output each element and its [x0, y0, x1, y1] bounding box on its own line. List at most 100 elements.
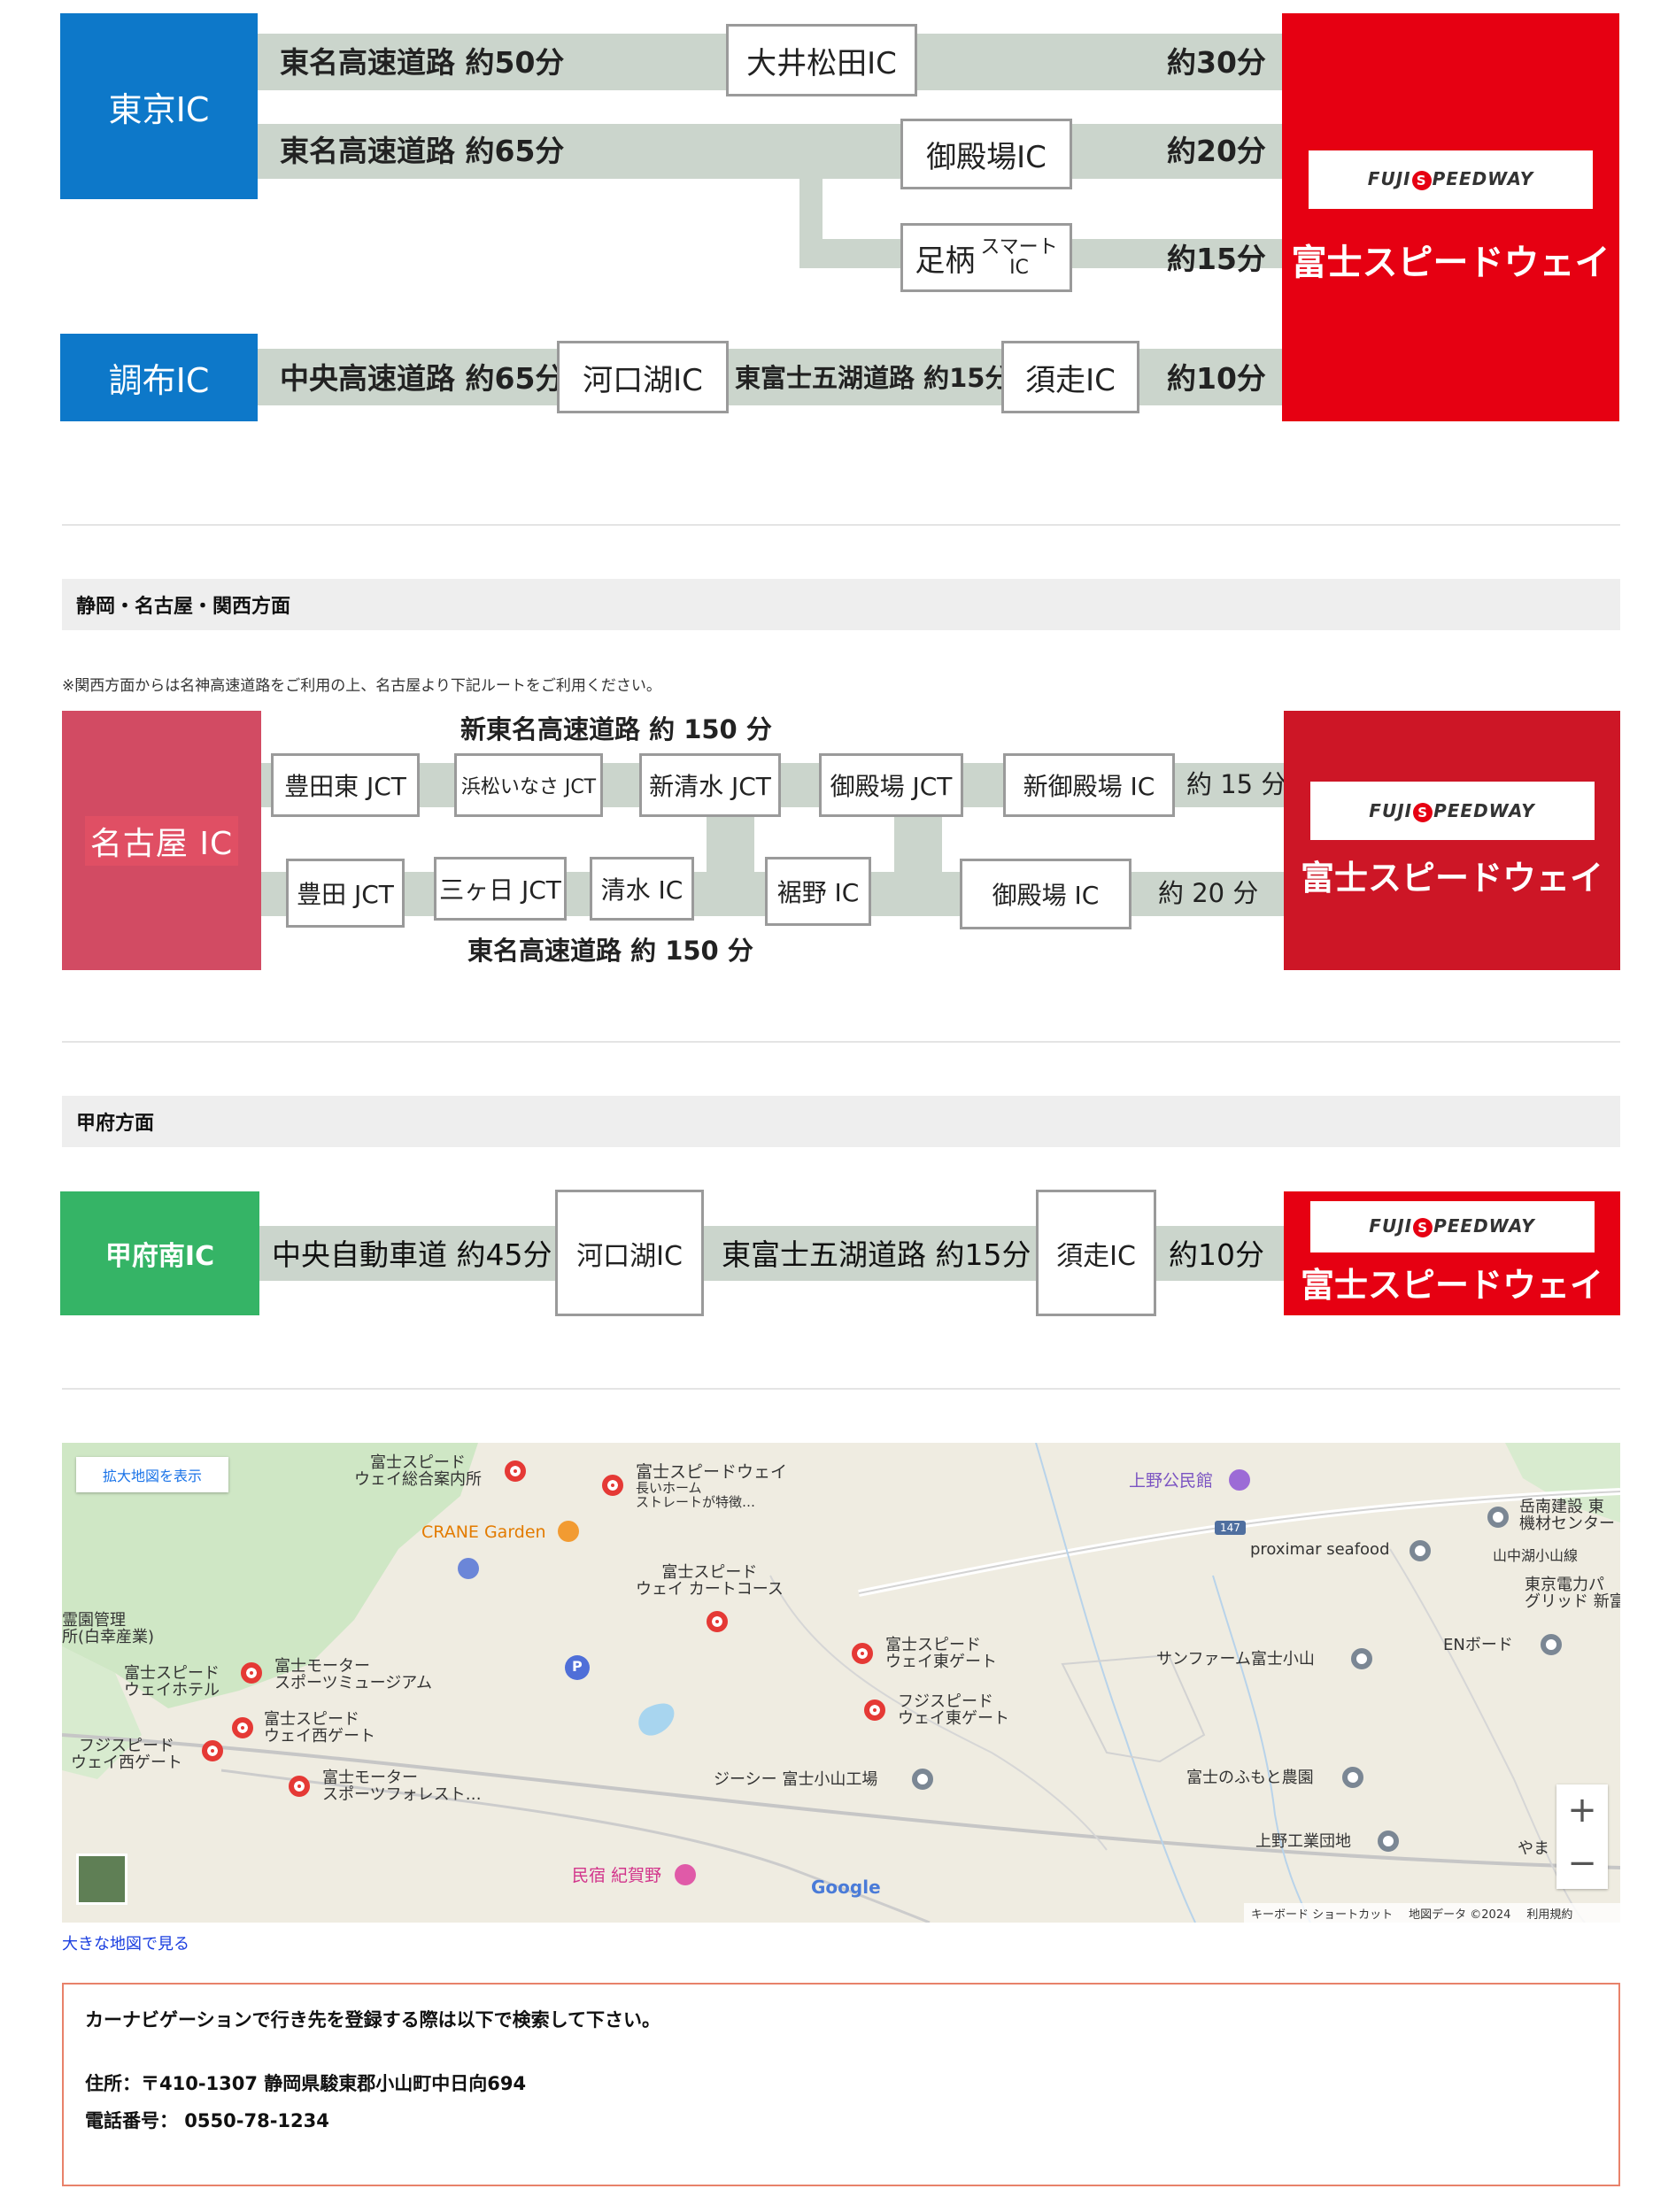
- label-chuo-65: 中央高速道路 約65分: [280, 361, 565, 396]
- smart-text: スマート: [980, 235, 1058, 258]
- box-gotemba-ic: 御殿場IC: [900, 119, 1072, 189]
- label-museum: 富士モーター スポーツミュージアム: [274, 1657, 433, 1692]
- box-oimatsuda-ic: 大井松田IC: [726, 24, 917, 96]
- label-higashifuji-15-kofu: 東富士五湖道路 約15分: [722, 1237, 1031, 1272]
- label-gakunan: 岳南建設 東機材センター: [1519, 1498, 1615, 1533]
- label-chuo-45: 中央自動車道 約45分: [272, 1237, 552, 1272]
- box-shinshimizu-jct: 新清水 JCT: [639, 753, 781, 817]
- label-sunfarm: サンファーム富士小山: [1156, 1650, 1315, 1669]
- label-min-10-kofu: 約10分: [1169, 1237, 1264, 1272]
- label-en-board: ENボード: [1443, 1636, 1513, 1654]
- box-ashigara-smart-ic: 足柄 スマート IC: [900, 223, 1072, 292]
- note-kansai: ※関西方面からは名神高速道路をご利用の上、名古屋より下記ルートをご利用ください。: [62, 677, 661, 695]
- label-minshuku: 民宿 紀賀野: [572, 1866, 662, 1885]
- label-tomei-65: 東名高速道路 約65分: [280, 134, 565, 168]
- nagoya-ic: 名古屋 IC: [62, 711, 261, 970]
- map-data-text: 地図データ ©2024: [1409, 1908, 1511, 1922]
- box-toyota-jct: 豊田 JCT: [286, 859, 405, 928]
- label-eastgate: 富士スピード ウェイ東ゲート: [885, 1636, 997, 1671]
- pin-westgate2[interactable]: [202, 1740, 223, 1761]
- fsw-name: 富士スピードウェイ: [1300, 859, 1603, 898]
- label-tepco: 東京電力パグリッド 新富士変: [1525, 1576, 1620, 1611]
- navi-intro: カーナビゲーションで行き先を登録する際は以下で検索して下さい。: [85, 2009, 660, 2031]
- box-hamamatsu-inasa-jct: 浜松いなさ JCT: [454, 753, 603, 817]
- label-min-30: 約30分: [1167, 45, 1266, 80]
- pin-gakunan[interactable]: [1487, 1507, 1509, 1528]
- fsw-destination-tokyo: FUJI S PEEDWAY 富士スピードウェイ: [1282, 13, 1619, 421]
- label-tomei-150: 東名高速道路 約 150 分: [467, 936, 753, 966]
- route-147-badge: 147: [1215, 1521, 1246, 1535]
- divider-1: [62, 524, 1620, 526]
- fsw-name: 富士スピードウェイ: [1291, 242, 1610, 283]
- label-higashifuji-15: 東富士五湖道路 約15分: [735, 363, 1011, 393]
- pin-westgate[interactable]: [232, 1717, 253, 1738]
- pin-sunfarm[interactable]: [1351, 1648, 1372, 1669]
- smart-ic-text: スマート IC: [980, 237, 1057, 278]
- label-fsw: 富士スピードウェイ 長いホーム ストレートが特徴…: [636, 1462, 788, 1510]
- ic-text: IC: [1009, 257, 1029, 279]
- pin-ueno-industrial[interactable]: [1378, 1830, 1399, 1852]
- navi-info-box: カーナビゲーションで行き先を登録する際は以下で検索して下さい。 住所：〒410-…: [62, 1983, 1620, 2186]
- label-forest: 富士モーター スポーツフォレスト…: [322, 1769, 482, 1804]
- box-gotemba-ic-nagoya: 御殿場 IC: [960, 859, 1131, 929]
- label-min-15: 約15分: [1167, 242, 1266, 276]
- pin-fsw[interactable]: [602, 1475, 623, 1496]
- zoom-out-button[interactable]: −: [1556, 1838, 1608, 1889]
- pin-forest[interactable]: [289, 1776, 310, 1797]
- fsw-destination-kofu: FUJI S PEEDWAY 富士スピードウェイ: [1284, 1191, 1620, 1315]
- pin-crane-garden[interactable]: [558, 1521, 579, 1542]
- label-yama: やま: [1518, 1839, 1549, 1858]
- section-title-kofu: 甲府方面: [62, 1096, 1620, 1147]
- box-mikkabi-jct: 三ヶ日 JCT: [434, 857, 567, 921]
- large-map-link[interactable]: 大きな地図で見る: [62, 1931, 189, 1954]
- tokyo-ic: 東京IC: [60, 13, 258, 199]
- zoom-in-button[interactable]: +: [1556, 1784, 1608, 1836]
- logo-wordmark: FUJI S PEEDWAY: [1369, 1215, 1535, 1237]
- pin-eastgate[interactable]: [852, 1643, 873, 1664]
- label-reien: 霊園管理 所(白幸産業): [62, 1611, 155, 1646]
- label-ueno: 上野公民館: [1129, 1471, 1214, 1491]
- map-footer: キーボード ショートカット 地図データ ©2024 利用規約: [1244, 1903, 1620, 1923]
- label-min-10: 約10分: [1167, 361, 1266, 396]
- pin-en-board[interactable]: [1541, 1634, 1562, 1655]
- label-yamanakako-road: 山中湖小山線: [1493, 1547, 1579, 1564]
- pin-gas-station[interactable]: [458, 1558, 479, 1579]
- label-min-20: 約20分: [1167, 134, 1266, 168]
- pin-fumoto[interactable]: [1342, 1767, 1363, 1788]
- box-shimizu-ic: 清水 IC: [590, 857, 694, 921]
- chofu-ic: 調布IC: [60, 334, 258, 421]
- fsw-destination-nagoya: FUJI S PEEDWAY 富士スピードウェイ: [1284, 711, 1620, 970]
- label-jc: ジーシー 富士小山工場: [714, 1770, 878, 1789]
- pin-kart[interactable]: [707, 1611, 728, 1632]
- section-title-nagoya: 静岡・名古屋・関西方面: [62, 579, 1620, 630]
- pin-minshuku[interactable]: [675, 1864, 696, 1885]
- box-kawaguchiko-ic-kofu: 河口湖IC: [555, 1190, 704, 1316]
- label-westgate: 富士スピード ウェイ西ゲート: [264, 1710, 375, 1746]
- box-susono-ic: 裾野 IC: [765, 857, 871, 926]
- pin-jc[interactable]: [912, 1769, 933, 1790]
- satellite-thumbnail[interactable]: [76, 1854, 127, 1905]
- box-subashiri-ic-kofu: 須走IC: [1036, 1190, 1156, 1316]
- pin-proximar[interactable]: [1410, 1540, 1431, 1561]
- enlarge-map-button[interactable]: 拡大地図を表示: [76, 1457, 228, 1492]
- pin-info-center[interactable]: [505, 1461, 526, 1482]
- pin-hotel[interactable]: [241, 1662, 262, 1684]
- box-kawaguchiko-ic: 河口湖IC: [557, 341, 729, 413]
- pin-eastgate2[interactable]: [864, 1699, 885, 1721]
- box-gotemba-jct: 御殿場 JCT: [819, 753, 963, 817]
- label-kart: 富士スピード ウェイ カートコース: [636, 1563, 784, 1599]
- label-eastgate2: フジスピード ウェイ東ゲート: [898, 1692, 1009, 1728]
- label-westgate2: フジスピード ウェイ西ゲート: [71, 1737, 182, 1772]
- label-hotel: 富士スピード ウェイホテル: [124, 1664, 220, 1699]
- navi-phone: 電話番号： 0550-78-1234: [85, 2110, 329, 2131]
- fsw-name: 富士スピードウェイ: [1300, 1265, 1603, 1305]
- kofuminami-ic: 甲府南IC: [60, 1191, 259, 1315]
- keyboard-shortcuts-link[interactable]: キーボード ショートカット: [1251, 1905, 1393, 1922]
- terms-link[interactable]: 利用規約: [1526, 1905, 1572, 1922]
- pin-ueno[interactable]: [1229, 1469, 1250, 1491]
- divider-2: [62, 1041, 1620, 1043]
- label-proximar: proximar seafood: [1250, 1540, 1390, 1559]
- google-map[interactable]: 拡大地図を表示 富士スピード ウェイ総合案内所 富士スピードウェイ 長いホーム ストレ…: [62, 1443, 1620, 1923]
- parking-letter: P: [572, 1658, 583, 1675]
- logo-wordmark: FUJI S PEEDWAY: [1367, 168, 1534, 190]
